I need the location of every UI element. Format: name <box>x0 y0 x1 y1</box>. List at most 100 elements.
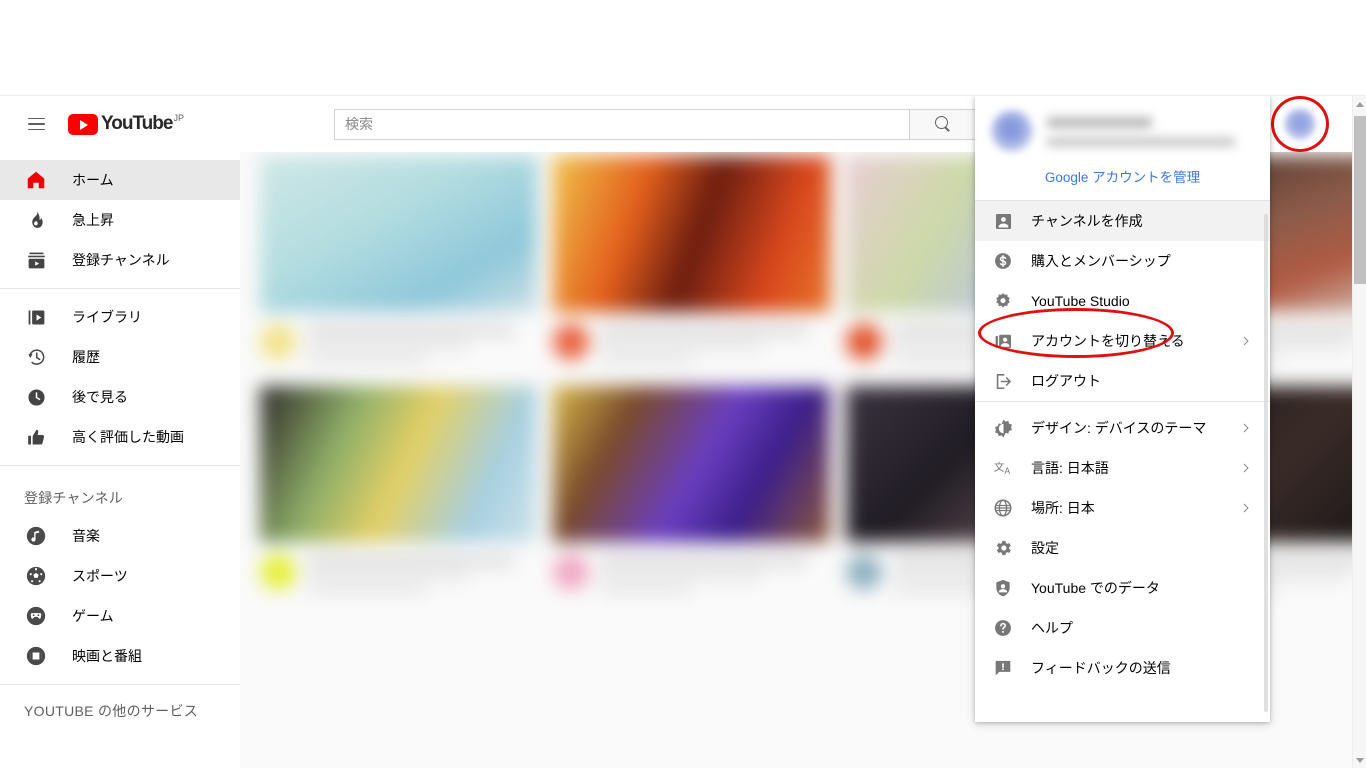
menu-item-youtube-studio-label: YouTube Studio <box>1031 293 1130 309</box>
feedback-icon <box>991 656 1015 680</box>
search-box <box>334 108 976 140</box>
channel-avatar <box>846 324 882 360</box>
channel-avatar <box>553 554 589 590</box>
music-note-icon <box>24 524 48 548</box>
video-thumbnail <box>553 386 830 542</box>
account-header <box>975 96 1270 162</box>
chevron-right-icon <box>1238 500 1254 516</box>
menu-item-sign-out-label: ログアウト <box>1031 373 1101 389</box>
video-meta <box>553 542 830 600</box>
account-menu-panel: Google アカウントを管理 チャンネルを作成 購入とメンバーシップ YouT… <box>975 96 1270 722</box>
menu-item-help[interactable]: ヘルプ <box>975 608 1270 648</box>
video-card[interactable] <box>553 156 830 370</box>
menu-scrollbar-thumb[interactable] <box>1264 214 1268 712</box>
shield-person-icon <box>991 576 1015 600</box>
sign-out-icon <box>991 369 1015 393</box>
translate-icon: 文 A <box>991 456 1015 480</box>
search-button[interactable] <box>910 108 976 140</box>
menu-item-settings-label: 設定 <box>1031 540 1059 556</box>
watch-later-icon <box>24 385 48 409</box>
menu-item-sign-out[interactable]: ログアウト <box>975 361 1270 401</box>
library-icon <box>24 305 48 329</box>
sidebar-item-home[interactable]: ホーム <box>0 160 240 200</box>
youtube-logo[interactable]: YouTube JP <box>68 113 184 135</box>
video-card[interactable] <box>260 156 537 370</box>
sidebar-item-music-label: 音楽 <box>72 528 100 544</box>
person-box-icon <box>991 209 1015 233</box>
sidebar[interactable]: ホーム 急上昇 登録チャンネル ライブラリ 履歴 後で見る 高く評価した動画 登… <box>0 152 240 768</box>
sidebar-item-gaming[interactable]: ゲーム <box>0 596 240 636</box>
dollar-circle-icon <box>991 249 1015 273</box>
subscriptions-icon <box>24 248 48 272</box>
sidebar-item-liked-videos[interactable]: 高く評価した動画 <box>0 417 240 457</box>
channel-avatar <box>260 324 296 360</box>
menu-item-appearance-label: デザイン: デバイスのテーマ <box>1031 420 1207 436</box>
screenshot-root: YouTube JP 検索 ホーム 急上昇 登録チャンネル ライブラリ 履歴 後… <box>0 0 1366 768</box>
menu-item-send-feedback[interactable]: フィードバックの送信 <box>975 648 1270 688</box>
menu-item-purchases-memberships-label: 購入とメンバーシップ <box>1031 253 1171 269</box>
svg-text:文: 文 <box>993 460 1004 473</box>
menu-item-create-channel[interactable]: チャンネルを作成 <box>975 201 1270 241</box>
sidebar-library-section: ライブラリ 履歴 後で見る 高く評価した動画 <box>0 289 240 465</box>
chevron-right-icon <box>1238 460 1254 476</box>
video-thumbnail <box>260 156 537 312</box>
menu-item-youtube-studio[interactable]: YouTube Studio <box>975 281 1270 321</box>
video-card[interactable] <box>553 386 830 600</box>
avatar[interactable] <box>1284 108 1316 140</box>
browser-scrollbar[interactable] <box>1352 96 1366 768</box>
menu-item-location[interactable]: 場所: 日本 <box>975 488 1270 528</box>
menu-item-settings[interactable]: 設定 <box>975 528 1270 568</box>
search-icon <box>934 116 951 132</box>
menu-item-help-label: ヘルプ <box>1031 620 1073 636</box>
youtube-app: YouTube JP 検索 ホーム 急上昇 登録チャンネル ライブラリ 履歴 後… <box>0 96 1366 768</box>
menu-item-language-label: 言語: 日本語 <box>1031 460 1109 476</box>
video-thumbnail <box>553 156 830 312</box>
manage-google-account-link[interactable]: Google アカウントを管理 <box>975 162 1270 200</box>
sidebar-item-library[interactable]: ライブラリ <box>0 297 240 337</box>
channel-avatar <box>260 554 296 590</box>
thumbs-up-icon <box>24 425 48 449</box>
sports-ball-icon <box>24 564 48 588</box>
sidebar-item-movies[interactable]: 映画と番組 <box>0 636 240 676</box>
search-input[interactable] <box>345 109 909 139</box>
hamburger-icon[interactable] <box>16 104 56 144</box>
brightness-icon <box>991 416 1015 440</box>
menu-item-language[interactable]: 文 A 言語: 日本語 <box>975 448 1270 488</box>
scroll-down-arrow[interactable] <box>1353 752 1366 768</box>
sidebar-item-history[interactable]: 履歴 <box>0 337 240 377</box>
scrollbar-thumb[interactable] <box>1354 116 1366 284</box>
search-input-wrapper[interactable] <box>334 108 910 140</box>
account-menu-group-1: チャンネルを作成 購入とメンバーシップ YouTube Studio アカウント… <box>975 201 1270 401</box>
menu-item-switch-account[interactable]: アカウントを切り替える <box>975 321 1270 361</box>
chevron-right-icon <box>1238 333 1254 349</box>
menu-item-purchases-memberships[interactable]: 購入とメンバーシップ <box>975 241 1270 281</box>
page-top-blank-area <box>0 0 1366 96</box>
globe-icon <box>991 496 1015 520</box>
channel-avatar <box>553 324 589 360</box>
chevron-right-icon <box>1238 420 1254 436</box>
trending-icon <box>24 208 48 232</box>
sidebar-item-home-label: ホーム <box>72 172 114 188</box>
svg-text:A: A <box>1004 465 1010 475</box>
sidebar-primary-section: ホーム 急上昇 登録チャンネル <box>0 152 240 288</box>
sidebar-item-music[interactable]: 音楽 <box>0 516 240 556</box>
home-icon <box>24 168 48 192</box>
avatar-slot <box>1271 96 1329 152</box>
menu-item-appearance[interactable]: デザイン: デバイスのテーマ <box>975 408 1270 448</box>
sidebar-item-sports[interactable]: スポーツ <box>0 556 240 596</box>
youtube-logo-text: YouTube <box>101 113 173 134</box>
account-header-row <box>991 110 1254 152</box>
sidebar-subscriptions-heading: 登録チャンネル <box>24 490 123 506</box>
account-email <box>1047 137 1235 147</box>
video-meta <box>260 312 537 370</box>
sidebar-item-watch-later[interactable]: 後で見る <box>0 377 240 417</box>
sidebar-item-sports-label: スポーツ <box>72 568 128 584</box>
menu-item-your-data-label: YouTube でのデータ <box>1031 580 1160 596</box>
video-card[interactable] <box>260 386 537 600</box>
sidebar-item-trending[interactable]: 急上昇 <box>0 200 240 240</box>
video-meta <box>260 542 537 600</box>
scroll-up-arrow[interactable] <box>1353 96 1366 112</box>
sidebar-item-subscriptions[interactable]: 登録チャンネル <box>0 240 240 280</box>
gaming-icon <box>24 604 48 628</box>
menu-item-your-data[interactable]: YouTube でのデータ <box>975 568 1270 608</box>
